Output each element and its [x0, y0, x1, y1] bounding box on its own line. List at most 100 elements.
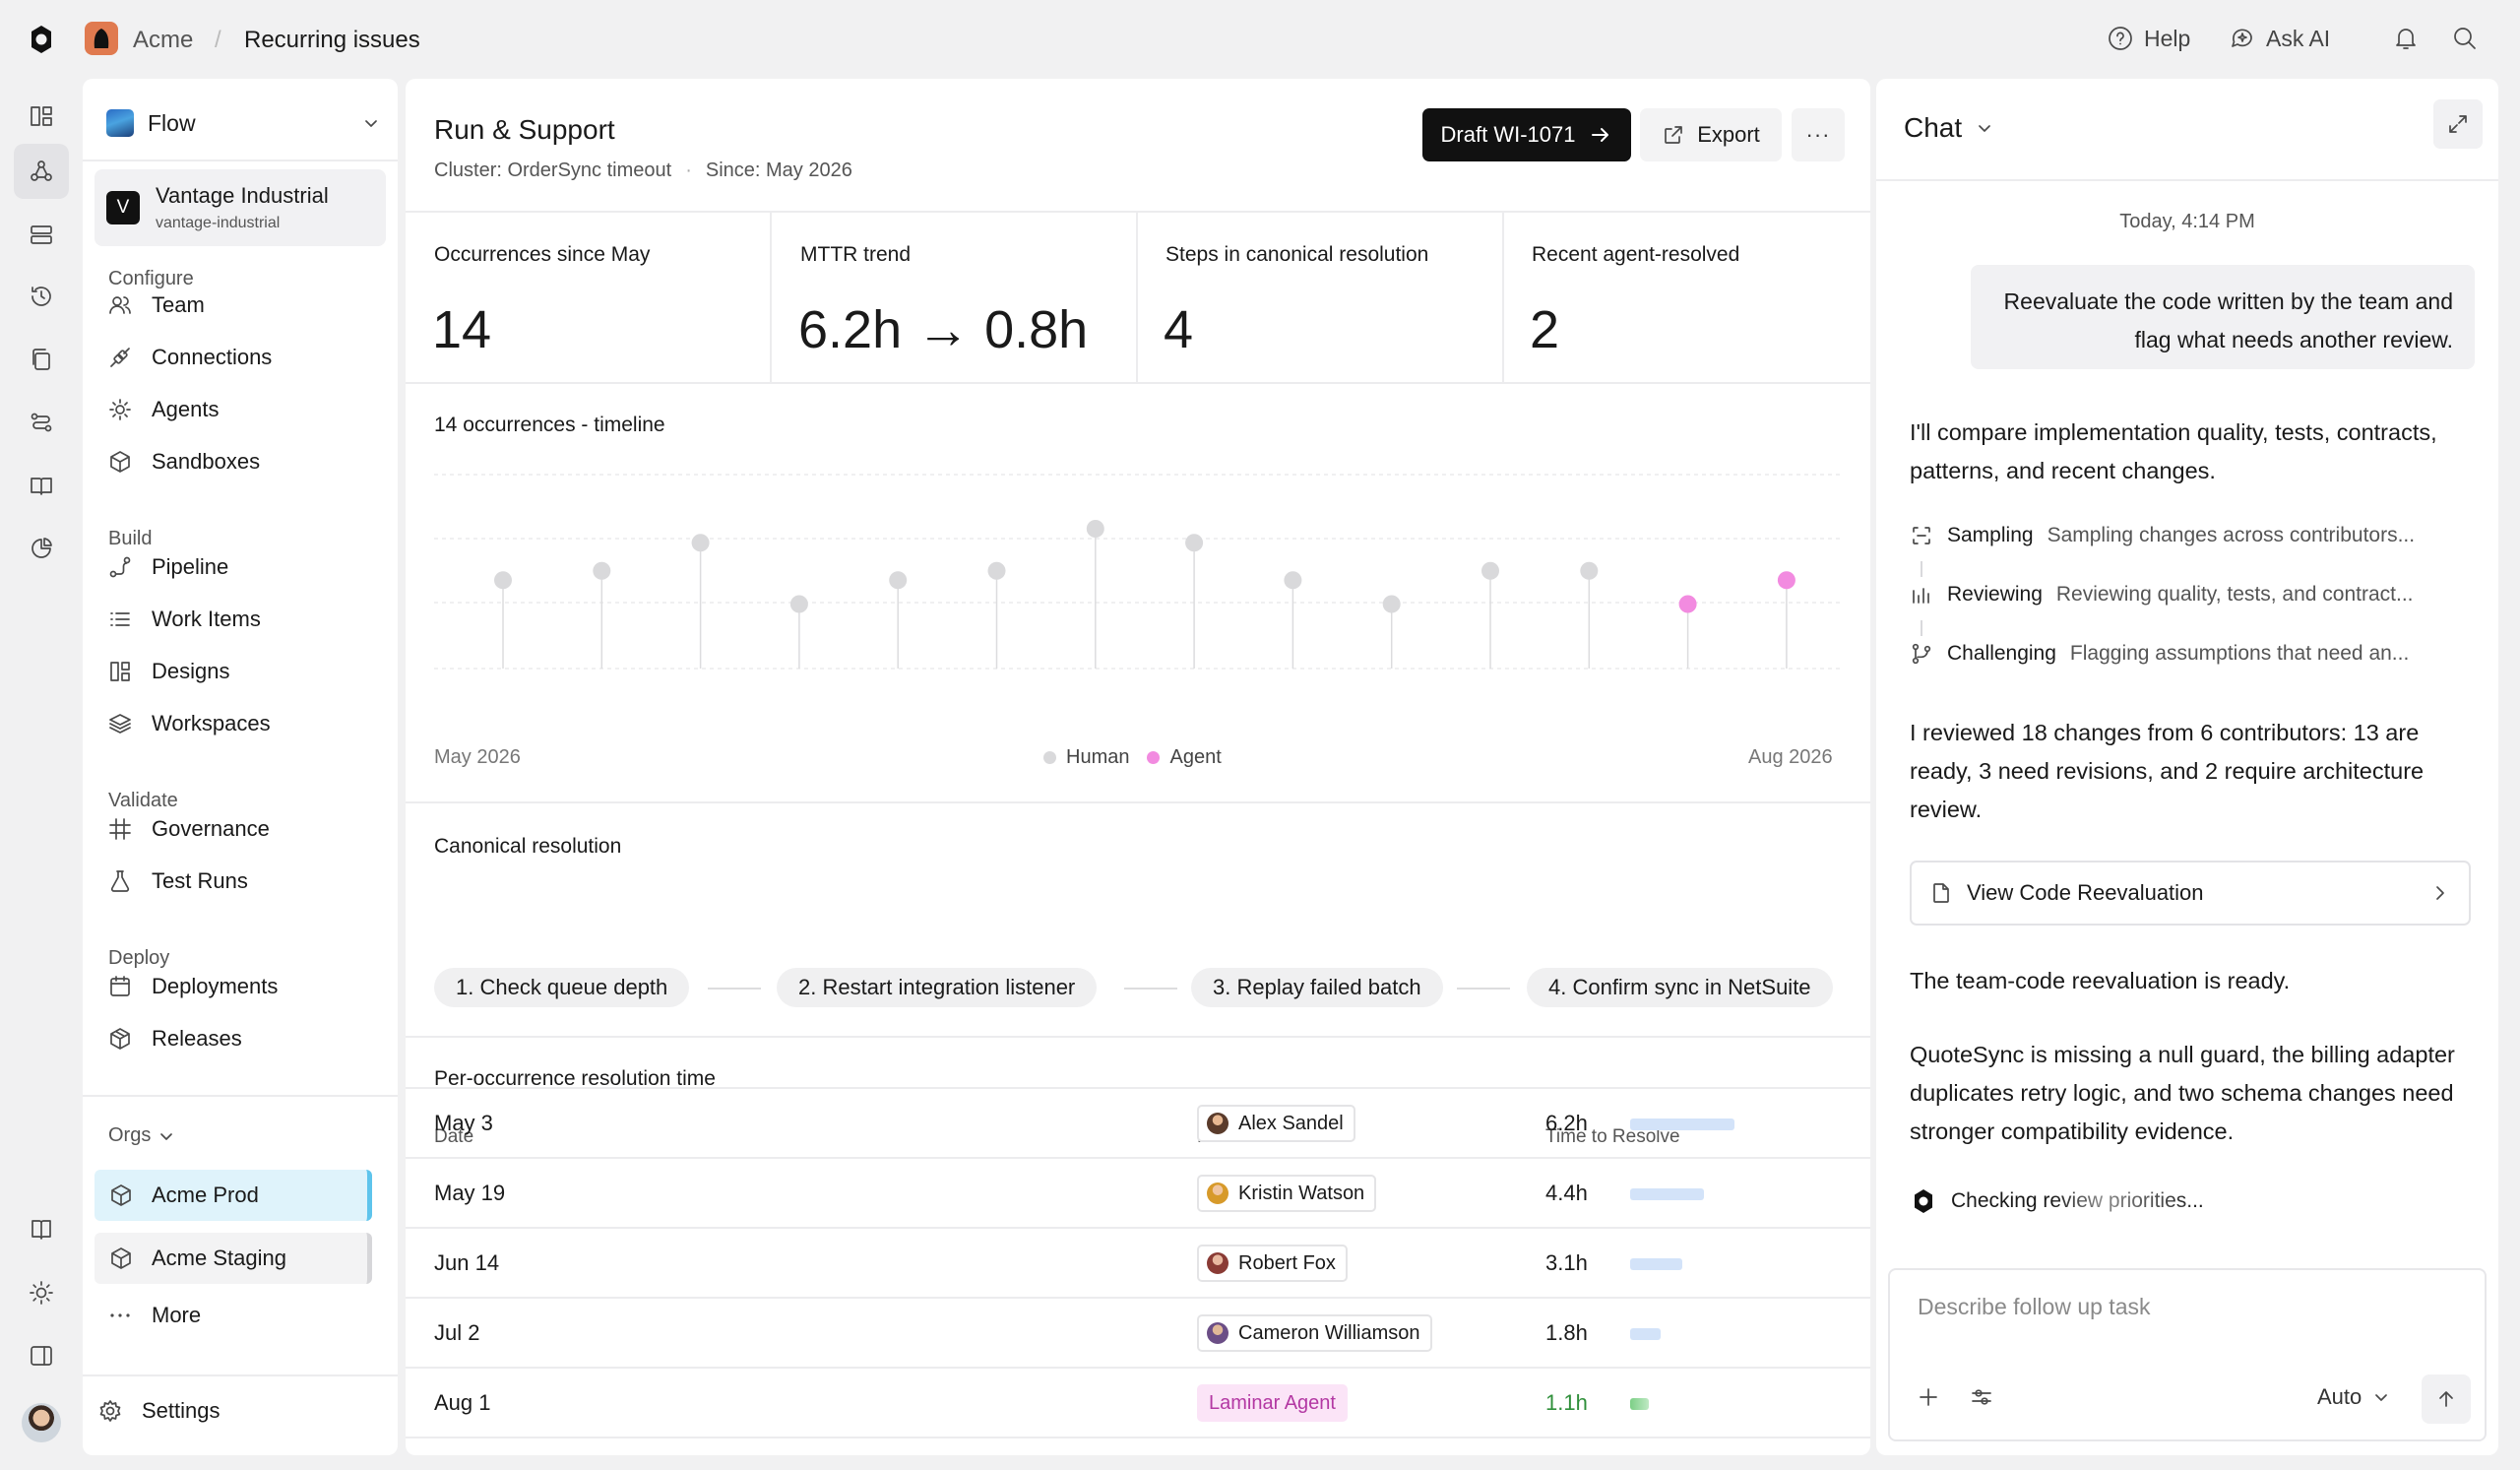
plus-icon[interactable] [1916, 1384, 1941, 1410]
bell-icon[interactable] [2392, 25, 2420, 52]
card-label: View Code Reevaluation [1967, 880, 2204, 905]
timeline-chart [434, 474, 1842, 670]
sidebar-item-workspaces[interactable]: Workspaces [106, 702, 386, 745]
resolution-step[interactable]: 2. Restart integration listener [777, 968, 1098, 1007]
stat-label: Steps in canonical resolution [1166, 243, 1429, 266]
chevron-down-icon [160, 1132, 173, 1140]
sidebar-item-designs[interactable]: Designs [106, 650, 386, 693]
table-row[interactable]: May 19 Kristin Watson 4.4h [406, 1157, 1870, 1227]
composer[interactable]: Describe follow up task Auto [1888, 1268, 2487, 1441]
copy-icon[interactable] [14, 332, 69, 387]
file-icon [1933, 883, 1949, 903]
dashboard-icon[interactable] [14, 89, 69, 144]
docs-icon[interactable] [14, 1202, 69, 1257]
sidebar-item-agents[interactable]: Agents [106, 388, 386, 431]
resolution-step[interactable]: 1. Check queue depth [434, 968, 690, 1007]
settings-button[interactable]: Settings [96, 1389, 376, 1433]
sidebar-item-connections[interactable]: Connections [106, 336, 386, 379]
app-logo-icon[interactable] [26, 24, 57, 55]
list-icon [106, 606, 134, 633]
user-avatar[interactable] [14, 1395, 69, 1450]
chat-title-dropdown[interactable]: Chat [1904, 112, 1995, 144]
breadcrumb-org[interactable]: Acme [133, 27, 193, 54]
table-row-divider [406, 1437, 1870, 1455]
view-code-reevaluation-card[interactable]: View Code Reevaluation [1910, 861, 2471, 926]
table-row[interactable]: May 3 Alex Sandel 6.2h [406, 1087, 1870, 1157]
step-connector [1124, 988, 1177, 990]
env-label: Acme Prod [152, 1182, 259, 1207]
more-options-button[interactable]: ··· [1792, 108, 1845, 161]
pie-chart-icon[interactable] [14, 521, 69, 576]
stat-value: 2 [1530, 300, 1560, 359]
sidebar-item-sandboxes[interactable]: Sandboxes [106, 440, 386, 483]
resolution-step[interactable]: 3. Replay failed batch [1191, 968, 1443, 1007]
row-date: Aug 1 [434, 1390, 491, 1415]
time-bar [1630, 1118, 1734, 1130]
sun-icon[interactable] [14, 1265, 69, 1320]
sidebar-item-label: Work Items [152, 607, 261, 631]
routes-icon[interactable] [14, 395, 69, 450]
assistant-message: I'll compare implementation quality, tes… [1910, 419, 2437, 483]
flow-nodes-icon[interactable] [14, 144, 69, 199]
sliders-icon[interactable] [1969, 1384, 1994, 1410]
server-icon[interactable] [14, 207, 69, 262]
sidebar-item-label: Test Runs [152, 868, 248, 893]
composer-input[interactable]: Describe follow up task [1918, 1294, 2151, 1320]
resolver-chip[interactable]: Alex Sandel [1197, 1105, 1355, 1142]
resolution-step[interactable]: 4. Confirm sync in NetSuite [1527, 968, 1833, 1007]
help-icon [2109, 27, 2132, 50]
step-sampling[interactable]: Sampling Sampling changes across contrib… [1910, 524, 2415, 547]
step-key: Sampling [1947, 524, 2034, 546]
sidebar-item-deployments[interactable]: Deployments [106, 965, 386, 1008]
step-challenging[interactable]: Challenging Flagging assumptions that ne… [1910, 642, 2409, 666]
ask-ai-button[interactable]: Ask AI [2229, 25, 2330, 52]
search-icon[interactable] [2451, 25, 2479, 52]
timeline-connector [1921, 561, 1922, 577]
sidebar-item-test-runs[interactable]: Test Runs [106, 860, 386, 903]
sidebar-item-governance[interactable]: Governance [106, 807, 386, 851]
more-button[interactable]: More [106, 1294, 386, 1337]
table-row[interactable]: Jul 2 Cameron Williamson 1.8h [406, 1297, 1870, 1367]
resolver-chip[interactable]: Cameron Williamson [1197, 1314, 1432, 1352]
layers-icon [106, 710, 134, 737]
org-logo-icon[interactable] [85, 22, 118, 55]
table-row[interactable]: Aug 1 Laminar Agent 1.1h [406, 1367, 1870, 1437]
model-select[interactable]: Auto [2317, 1384, 2391, 1410]
history-icon[interactable] [14, 269, 69, 324]
row-time: 1.8h [1545, 1320, 1588, 1345]
env-acme-staging[interactable]: Acme Staging [94, 1233, 372, 1284]
timeline-point-human [987, 561, 1006, 580]
env-acme-prod[interactable]: Acme Prod [94, 1170, 372, 1221]
project-switcher[interactable]: Flow [106, 100, 382, 146]
help-button[interactable]: Help [2107, 25, 2190, 52]
stat-value: 6.2h → 0.8h [798, 300, 1089, 359]
org-card[interactable]: V Vantage Industrial vantage-industrial [94, 169, 386, 246]
draft-work-item-button[interactable]: Draft WI-1071 [1422, 108, 1631, 161]
timeline-point-human [691, 534, 710, 552]
export-button[interactable]: Export [1640, 108, 1782, 161]
sidebar-item-pipeline[interactable]: Pipeline [106, 545, 386, 589]
sidebar-item-work-items[interactable]: Work Items [106, 598, 386, 641]
book-open-icon[interactable] [14, 458, 69, 513]
panel-toggle-icon[interactable] [14, 1328, 69, 1383]
breadcrumb-separator: / [215, 27, 221, 53]
orgs-toggle[interactable]: Orgs [108, 1124, 176, 1147]
pipeline-icon [106, 553, 134, 581]
resolver-chip[interactable]: Robert Fox [1197, 1245, 1348, 1282]
sidebar-item-releases[interactable]: Releases [106, 1017, 386, 1060]
timeline-point-human [1580, 561, 1599, 580]
send-button[interactable] [2422, 1374, 2471, 1424]
draft-button-label: Draft WI-1071 [1440, 122, 1576, 147]
sidebar-item-label: Sandboxes [152, 449, 261, 474]
resolver-chip[interactable]: Kristin Watson [1197, 1175, 1377, 1212]
step-key: Challenging [1947, 642, 2056, 665]
step-reviewing[interactable]: Reviewing Reviewing quality, tests, and … [1910, 583, 2414, 607]
sidebar-item-label: Agents [152, 397, 220, 421]
sidebar-item-team[interactable]: Team [106, 284, 386, 327]
status-row: Checking review priorities... [1910, 1187, 2204, 1215]
table-row[interactable]: Jun 14 Robert Fox 3.1h [406, 1227, 1870, 1297]
timeline-point-agent [1678, 595, 1697, 613]
expand-icon[interactable] [2433, 99, 2483, 149]
legend-agent: Agent [1169, 746, 1222, 768]
resolver-chip-agent[interactable]: Laminar Agent [1197, 1384, 1348, 1422]
